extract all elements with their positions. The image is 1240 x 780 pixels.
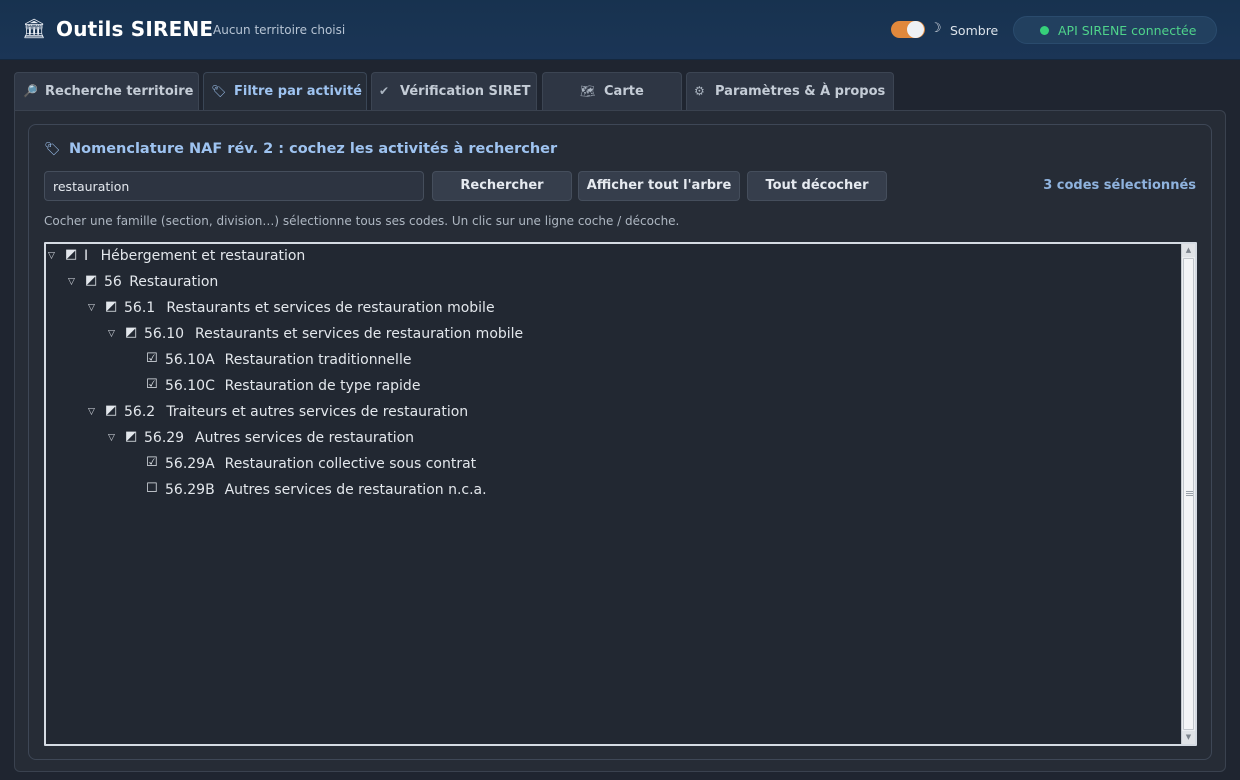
app-title: Outils SIRENE bbox=[56, 17, 214, 41]
naf-label: Restaurants et services de restauration … bbox=[195, 326, 524, 342]
selected-count: 3 codes sélectionnés bbox=[1043, 178, 1196, 193]
territory-subtitle: Aucun territoire choisi bbox=[213, 23, 346, 37]
vertical-scrollbar[interactable]: ▲ ▼ bbox=[1181, 244, 1195, 744]
expand-arrow-icon[interactable]: ▽ bbox=[88, 407, 95, 417]
api-status-text: API SIRENE connectée bbox=[1058, 23, 1197, 38]
tab-label: Carte bbox=[604, 84, 644, 99]
tab-label: Recherche territoire bbox=[45, 84, 194, 99]
partial-checkbox-icon[interactable]: ◩ bbox=[65, 247, 77, 262]
tab-label: Paramètres & À propos bbox=[715, 84, 886, 99]
naf-code: 56.10C bbox=[165, 378, 215, 394]
naf-code: 56.29 bbox=[144, 430, 185, 446]
tree-row[interactable]: ☑ 56.10A Restauration traditionnelle bbox=[46, 348, 1181, 374]
naf-code: 56.2 bbox=[124, 404, 156, 420]
expand-arrow-icon[interactable]: ▽ bbox=[68, 277, 75, 287]
naf-label: Restaurants et services de restauration … bbox=[166, 300, 495, 316]
classical-building-icon: 🏛 bbox=[22, 18, 47, 40]
status-dot-icon bbox=[1040, 26, 1049, 35]
tab-parametres[interactable]: ⚙ Paramètres & À propos bbox=[686, 72, 894, 110]
naf-label: Restauration collective sous contrat bbox=[224, 456, 477, 472]
expand-arrow-icon[interactable]: ▽ bbox=[48, 251, 55, 261]
naf-code: 56.29A bbox=[165, 456, 215, 472]
tree-row[interactable]: ▽ ◩ 56.2 Traiteurs et autres services de re… bbox=[46, 400, 1181, 426]
checkmark-icon: ✔ bbox=[379, 84, 390, 98]
expand-arrow-icon[interactable]: ▽ bbox=[88, 303, 95, 313]
moon-icon: ☽ bbox=[930, 21, 942, 36]
naf-label: Autres services de restauration n.c.a. bbox=[224, 482, 487, 498]
scrollbar-thumb[interactable] bbox=[1183, 258, 1194, 730]
search-button[interactable]: Rechercher bbox=[432, 171, 572, 201]
tree-row[interactable]: ▽ ◩ 56.29 Autres services de restauration bbox=[46, 426, 1181, 452]
tab-recherche-territoire[interactable]: 🔎 Recherche territoire bbox=[14, 72, 199, 110]
naf-tree[interactable]: ▲ ▼ ▽ ◩ I Hébergement et restauration ▽ ◩ 56 Re… bbox=[44, 242, 1197, 746]
naf-code: 56.10A bbox=[165, 352, 215, 368]
naf-label: Restauration de type rapide bbox=[224, 378, 421, 394]
grip-icon bbox=[1186, 491, 1193, 497]
tree-row[interactable]: ☑ 56.10C Restauration de type rapide bbox=[46, 374, 1181, 400]
dark-mode-toggle[interactable] bbox=[891, 21, 925, 38]
naf-label: Hébergement et restauration bbox=[100, 248, 306, 264]
app-header: 🏛 Outils SIRENE Aucun territoire choisi … bbox=[0, 0, 1240, 60]
theme-label: Sombre bbox=[950, 23, 999, 38]
naf-label: Restauration traditionnelle bbox=[224, 352, 412, 368]
tree-row[interactable]: ☑ 56.29A Restauration collective sous cont… bbox=[46, 452, 1181, 478]
expand-arrow-icon[interactable]: ▽ bbox=[108, 433, 115, 443]
scroll-down-arrow-icon[interactable]: ▼ bbox=[1182, 731, 1195, 744]
naf-code: 56.10 bbox=[144, 326, 185, 342]
label-tag-icon: 🏷 bbox=[44, 142, 61, 157]
checked-checkbox-icon[interactable]: ☑ bbox=[146, 377, 158, 392]
show-full-tree-button[interactable]: Afficher tout l'arbre bbox=[578, 171, 740, 201]
tab-label: Vérification SIRET bbox=[400, 84, 531, 99]
unchecked-checkbox-icon[interactable]: ☐ bbox=[146, 481, 158, 496]
uncheck-all-button[interactable]: Tout décocher bbox=[747, 171, 887, 201]
tree-row[interactable]: ▽ ◩ I Hébergement et restauration bbox=[46, 244, 1181, 270]
partial-checkbox-icon[interactable]: ◩ bbox=[105, 403, 117, 418]
partial-checkbox-icon[interactable]: ◩ bbox=[85, 273, 97, 288]
gear-icon: ⚙ bbox=[694, 84, 705, 98]
toggle-knob bbox=[907, 21, 924, 38]
tree-row[interactable]: ▽ ◩ 56 Restauration bbox=[46, 270, 1181, 296]
checked-checkbox-icon[interactable]: ☑ bbox=[146, 351, 158, 366]
tab-carte[interactable]: 🗺 Carte bbox=[542, 72, 682, 110]
magnifier-icon: 🔎 bbox=[23, 84, 38, 98]
tree-row[interactable]: ▽ ◩ 56.1 Restaurants et services de restaur… bbox=[46, 296, 1181, 322]
naf-label: Restauration bbox=[129, 274, 219, 290]
checked-checkbox-icon[interactable]: ☑ bbox=[146, 455, 158, 470]
partial-checkbox-icon[interactable]: ◩ bbox=[105, 299, 117, 314]
naf-label: Autres services de restauration bbox=[195, 430, 415, 446]
naf-code: 56.29B bbox=[165, 482, 215, 498]
api-status-badge: API SIRENE connectée bbox=[1013, 16, 1217, 44]
tab-label: Filtre par activité bbox=[234, 84, 362, 99]
naf-code: 56.1 bbox=[124, 300, 156, 316]
tree-row[interactable]: ☐ 56.29B Autres services de restauration n… bbox=[46, 478, 1181, 504]
hint-text: Cocher une famille (section, division…) … bbox=[44, 214, 680, 228]
tab-filtre-activite[interactable]: 🏷 Filtre par activité bbox=[203, 72, 367, 110]
naf-label: Traiteurs et autres services de restaura… bbox=[166, 404, 469, 420]
naf-code: I bbox=[84, 248, 89, 264]
expand-arrow-icon[interactable]: ▽ bbox=[108, 329, 115, 339]
tree-row[interactable]: ▽ ◩ 56.10 Restaurants et services de restau… bbox=[46, 322, 1181, 348]
tab-verification-siret[interactable]: ✔ Vérification SIRET bbox=[371, 72, 537, 110]
naf-search-input[interactable] bbox=[44, 171, 424, 201]
scroll-up-arrow-icon[interactable]: ▲ bbox=[1182, 244, 1195, 257]
label-tag-icon: 🏷 bbox=[211, 84, 227, 98]
section-title: Nomenclature NAF rév. 2 : cochez les act… bbox=[69, 141, 558, 157]
partial-checkbox-icon[interactable]: ◩ bbox=[125, 325, 137, 340]
partial-checkbox-icon[interactable]: ◩ bbox=[125, 429, 137, 444]
map-icon: 🗺 bbox=[580, 84, 596, 98]
naf-code: 56 bbox=[104, 274, 122, 290]
